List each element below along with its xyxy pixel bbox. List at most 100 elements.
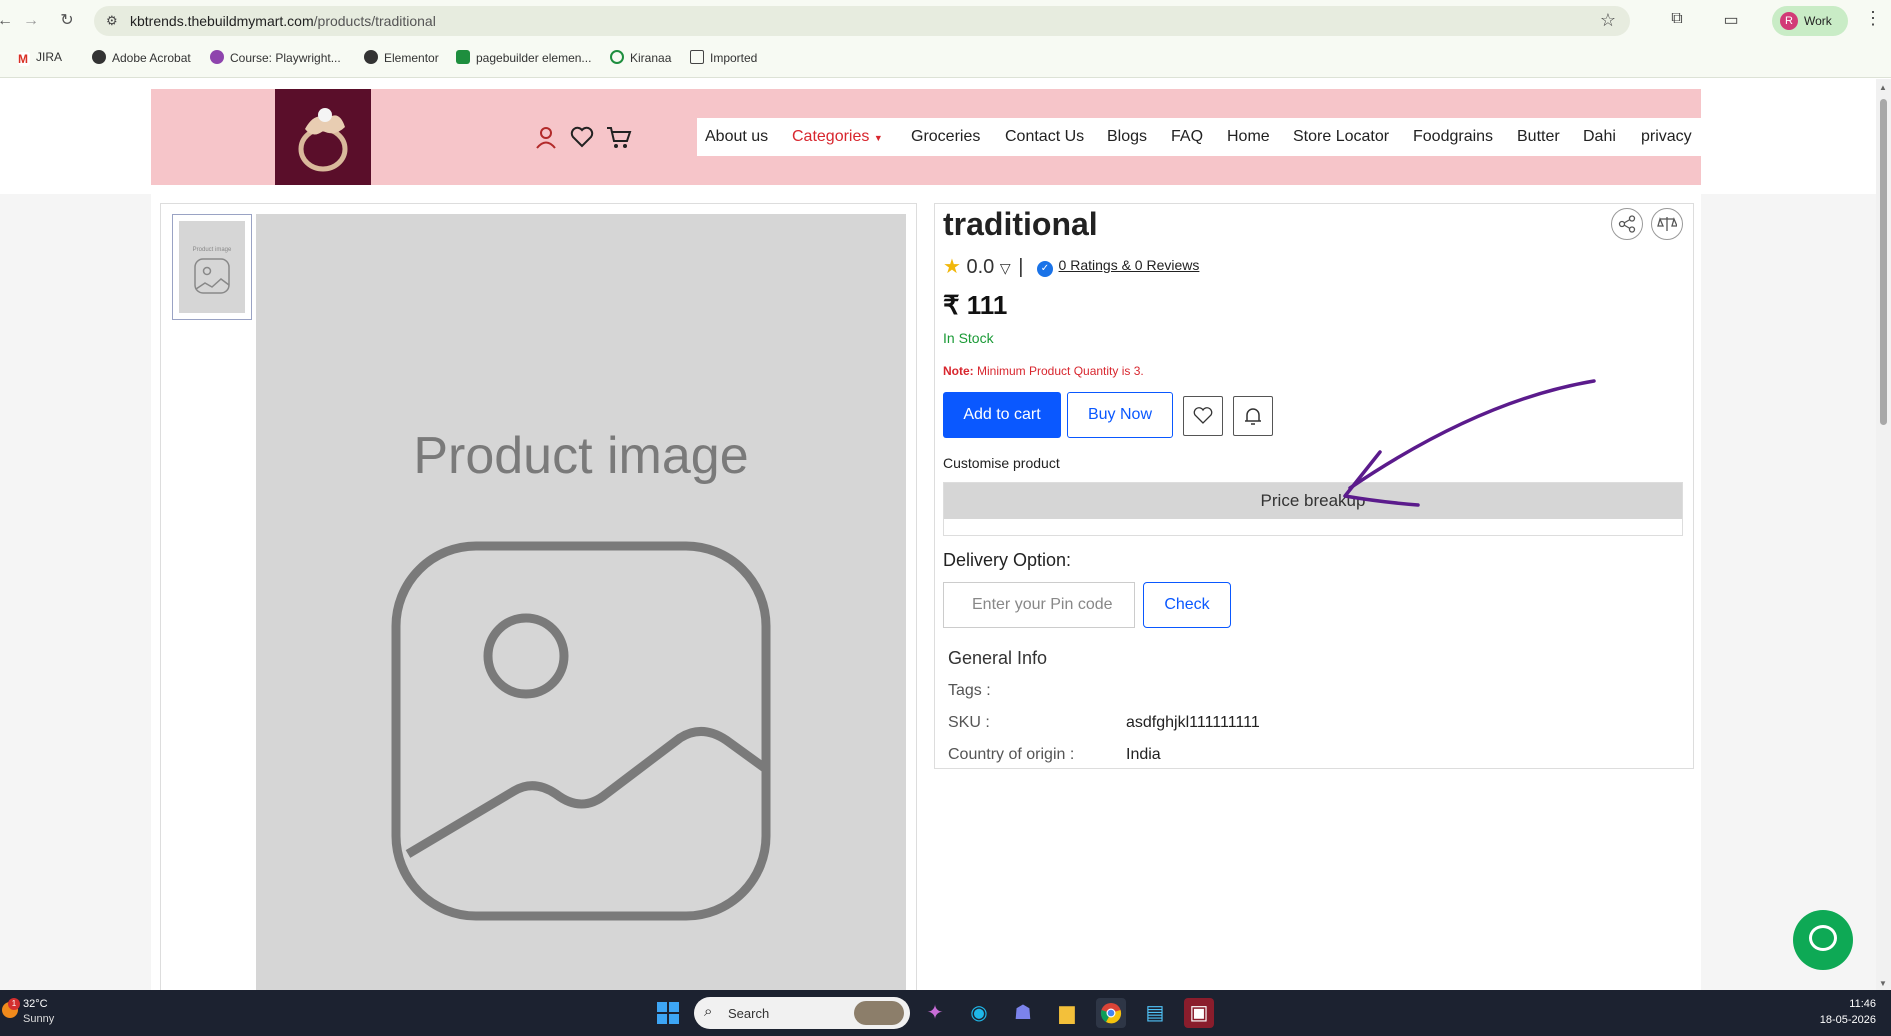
bookmark-imported[interactable]: Imported [690, 50, 757, 65]
extensions-icon[interactable]: ⧉ [1666, 10, 1688, 32]
scrollbar-thumb[interactable] [1880, 99, 1887, 425]
page-scrollbar[interactable]: ▲ ▼ [1876, 79, 1891, 990]
bookmark-jira[interactable]: M JIRA [18, 50, 62, 66]
windows-start-icon[interactable] [653, 998, 683, 1028]
general-info-title: General Info [948, 648, 1048, 668]
notepad-icon[interactable]: ▤ [1140, 998, 1170, 1028]
image-placeholder-icon [391, 541, 771, 921]
header-icons [533, 125, 638, 154]
taskbar-search-label: Search [728, 1006, 770, 1021]
clock-date[interactable]: 18-05-2026 [1800, 1014, 1876, 1026]
sheets-icon [456, 50, 470, 64]
nav-privacy[interactable]: privacy [1641, 128, 1692, 146]
nav-contact-us[interactable]: Contact Us [1005, 128, 1084, 146]
nav-about-us[interactable]: About us [705, 128, 768, 146]
nav-groceries[interactable]: Groceries [911, 128, 980, 146]
delivery-option-label: Delivery Option: [943, 550, 1072, 570]
nav-home[interactable]: Home [1227, 128, 1270, 146]
info-label-country: Country of origin : [948, 746, 1075, 763]
edge-icon[interactable]: ◉ [964, 998, 994, 1028]
bookmark-adobe-acrobat[interactable]: Adobe Acrobat [92, 50, 191, 65]
customise-product-link[interactable]: Customise product [943, 455, 1060, 471]
avatar: R [1780, 12, 1798, 30]
bookmark-elementor[interactable]: Elementor [364, 50, 439, 65]
forward-icon[interactable]: → [20, 10, 42, 32]
main-nav: About us Categories ▼ Groceries Contact … [697, 118, 1701, 156]
nav-categories[interactable]: Categories ▼ [792, 128, 883, 146]
chat-button[interactable] [1793, 910, 1853, 970]
check-circle-icon [610, 50, 624, 64]
compare-scale-icon[interactable] [1651, 208, 1683, 240]
folder-icon [690, 50, 704, 64]
check-pincode-button[interactable]: Check [1143, 582, 1231, 628]
verified-badge-icon: ✓ [1036, 261, 1053, 277]
teams-icon[interactable]: ☗ [1008, 998, 1038, 1028]
address-row: ← → ↻ ⚙ kbtrends.thebuildmymart.com/prod… [0, 0, 1891, 42]
info-label-tags: Tags : [948, 682, 991, 699]
tab-search-icon[interactable]: ▭ [1720, 10, 1742, 32]
address-bar[interactable]: ⚙ kbtrends.thebuildmymart.com/products/t… [94, 6, 1630, 36]
temperature: 32°C [23, 998, 48, 1010]
share-icon[interactable] [1611, 208, 1643, 240]
site-info-icon[interactable]: ⚙ [106, 13, 122, 29]
star-icon: ★ [943, 256, 961, 278]
wishlist-heart-icon[interactable] [569, 125, 595, 151]
ring-logo-icon [298, 108, 348, 172]
min-quantity-note: Note: Minimum Product Quantity is 3. [943, 364, 1144, 378]
snipping-tool-icon[interactable]: ▣ [1184, 998, 1214, 1028]
globe-icon [92, 50, 106, 64]
cart-icon[interactable] [606, 125, 632, 151]
add-to-cart-button[interactable]: Add to cart [943, 392, 1061, 438]
page-viewport: About us Categories ▼ Groceries Contact … [0, 79, 1876, 990]
nav-foodgrains[interactable]: Foodgrains [1413, 128, 1493, 146]
pincode-input[interactable] [943, 582, 1135, 628]
scroll-up-icon[interactable]: ▲ [1879, 83, 1887, 92]
price-breakup-label: Price breakup [1260, 491, 1366, 510]
file-explorer-icon[interactable]: ▆ [1052, 998, 1082, 1028]
profile-button[interactable]: R Work [1772, 6, 1848, 36]
rating-divider: | [1018, 256, 1024, 278]
buy-now-button[interactable]: Buy Now [1067, 392, 1173, 438]
chrome-icon[interactable] [1096, 998, 1126, 1028]
taskbar-search[interactable]: ⌕ Search [694, 997, 910, 1029]
nav-butter[interactable]: Butter [1517, 128, 1560, 146]
add-to-wishlist-heart-icon[interactable] [1183, 396, 1223, 436]
bookmark-kiranaa[interactable]: Kiranaa [610, 50, 671, 65]
weather-badge: 1 [8, 998, 20, 1010]
url-text[interactable]: kbtrends.thebuildmymart.com/products/tra… [130, 13, 436, 29]
notify-bell-icon[interactable] [1233, 396, 1273, 436]
reload-icon[interactable]: ↻ [56, 10, 78, 32]
site-logo[interactable] [275, 89, 371, 185]
bookmark-star-icon[interactable]: ☆ [1600, 10, 1616, 31]
product-gallery: Product image Product image [160, 203, 917, 990]
browser-chrome: ← → ↻ ⚙ kbtrends.thebuildmymart.com/prod… [0, 0, 1891, 78]
product-price: ₹ 111 [943, 290, 1008, 320]
chat-bubble-icon [1809, 925, 1837, 951]
product-thumbnail[interactable]: Product image [172, 214, 252, 320]
profile-label: Work [1804, 14, 1832, 28]
search-icon: ⌕ [704, 1003, 713, 1020]
course-icon [210, 50, 224, 64]
nav-blogs[interactable]: Blogs [1107, 128, 1147, 146]
bookmark-pagebuilder[interactable]: pagebuilder elemen... [456, 50, 591, 65]
rating-dropdown-icon[interactable]: ▽ [1000, 260, 1011, 276]
scroll-down-icon[interactable]: ▼ [1879, 979, 1887, 988]
product-main-image[interactable]: Product image [256, 214, 906, 990]
product-title: traditional [943, 206, 1098, 242]
nav-store-locator[interactable]: Store Locator [1293, 128, 1389, 146]
caret-down-icon: ▼ [873, 133, 883, 143]
ratings-reviews-link[interactable]: 0 Ratings & 0 Reviews [1059, 257, 1200, 273]
rating-value: 0.0 [966, 256, 995, 278]
copilot-icon[interactable]: ✦ [920, 998, 950, 1028]
site-header: About us Categories ▼ Groceries Contact … [151, 89, 1701, 185]
back-icon[interactable]: ← [0, 10, 16, 32]
nav-dahi[interactable]: Dahi [1583, 128, 1616, 146]
search-highlight-image [854, 1001, 904, 1025]
menu-dots-icon[interactable]: ⋮ [1864, 8, 1882, 29]
info-value-sku: asdfghjkl111111111 [1126, 714, 1260, 731]
user-icon[interactable] [533, 125, 559, 151]
nav-faq[interactable]: FAQ [1171, 128, 1203, 146]
bookmark-course-playwright[interactable]: Course: Playwright... [210, 50, 341, 65]
clock-time[interactable]: 11:46 [1800, 998, 1876, 1010]
price-breakup-toggle[interactable]: Price breakup [944, 483, 1682, 519]
